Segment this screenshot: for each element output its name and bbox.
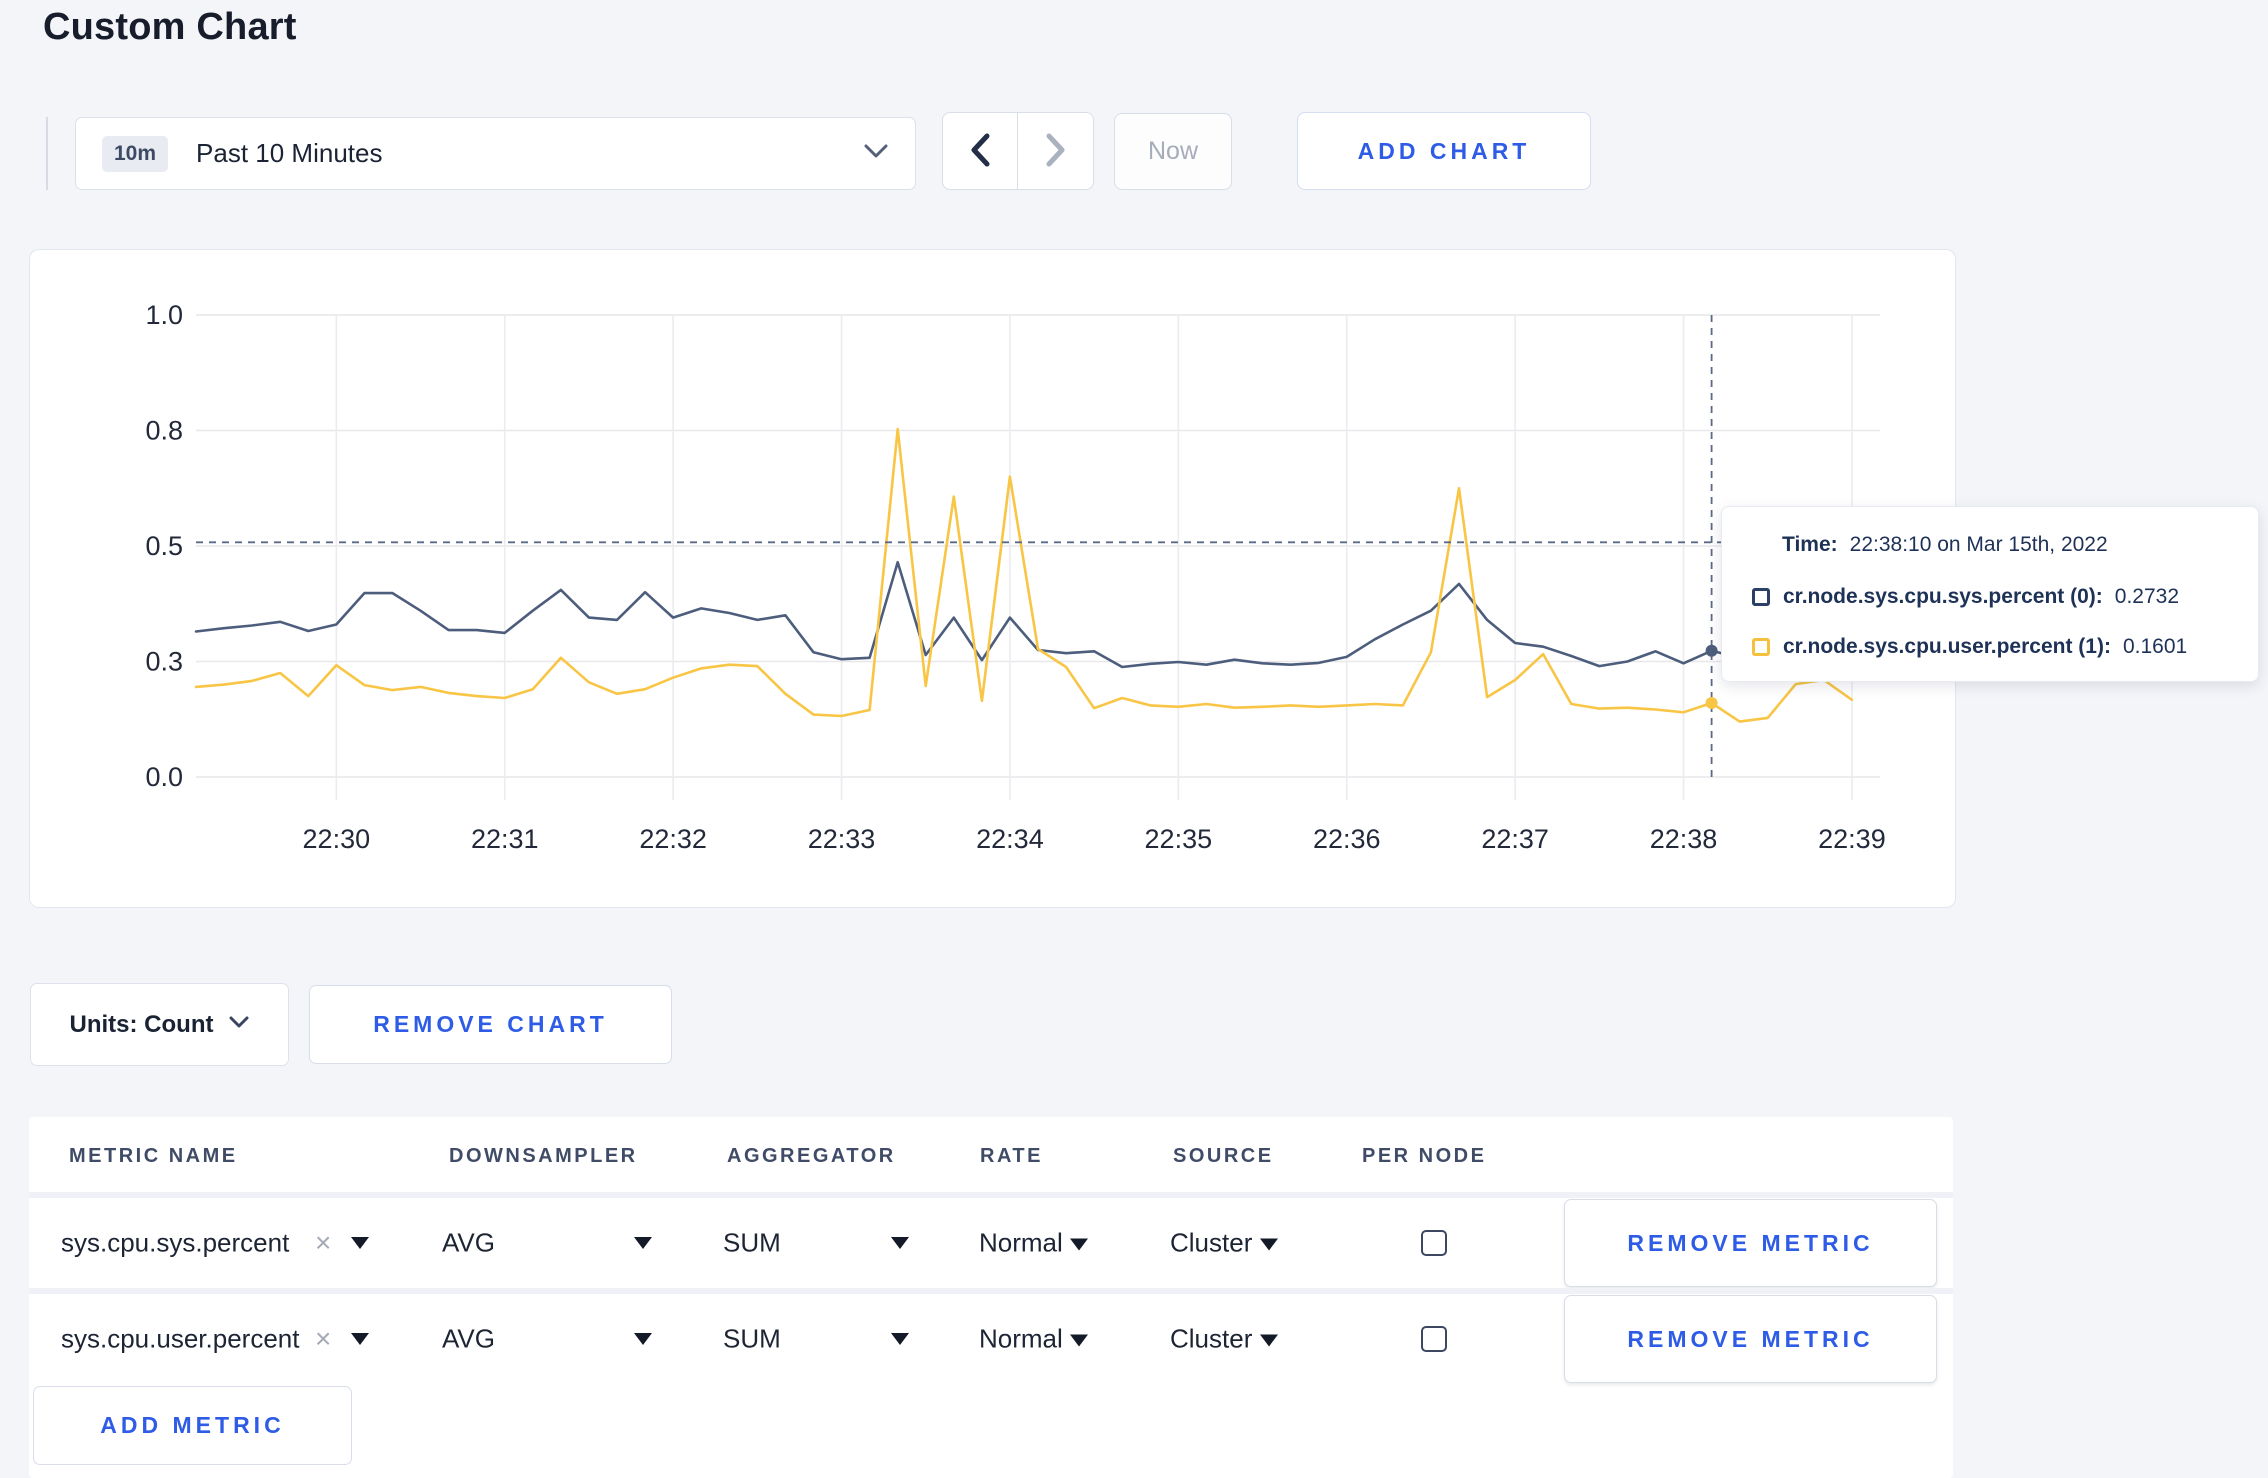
custom-chart-page: Custom Chart 10m Past 10 Minutes Now ADD… (0, 0, 2268, 1478)
page-title: Custom Chart (43, 6, 297, 48)
add-chart-button[interactable]: ADD CHART (1297, 112, 1591, 190)
source-select[interactable]: Cluster (1170, 1228, 1278, 1259)
metric-row-sys: sys.cpu.sys.percent × AVG SUM Normal Clu… (29, 1198, 1953, 1288)
time-range-badge: 10m (102, 135, 169, 172)
metric-name-select[interactable]: sys.cpu.sys.percent (61, 1228, 289, 1259)
col-header-downsampler: DOWNSAMPLER (449, 1145, 638, 1167)
chevron-left-icon (969, 133, 991, 170)
tooltip-series-sys: cr.node.sys.cpu.sys.percent (0): 0.2732 (1752, 585, 2179, 609)
metric-row-user: sys.cpu.user.percent × AVG SUM Normal Cl… (29, 1294, 1953, 1384)
metrics-table: METRIC NAME DOWNSAMPLER AGGREGATOR RATE … (29, 1117, 1953, 1478)
clear-metric-icon[interactable]: × (315, 1227, 331, 1259)
caret-down-icon (1070, 1334, 1089, 1347)
metric-name-select[interactable]: sys.cpu.user.percent (61, 1324, 299, 1355)
aggregator-select[interactable]: SUM (723, 1228, 781, 1259)
next-time-button[interactable] (1018, 112, 1094, 190)
caret-down-icon (1070, 1238, 1089, 1251)
col-header-per-node: PER NODE (1362, 1145, 1487, 1167)
col-header-source: SOURCE (1173, 1145, 1274, 1167)
remove-metric-button[interactable]: REMOVE METRIC (1564, 1295, 1937, 1383)
caret-down-icon (351, 1237, 369, 1249)
chart-card[interactable] (29, 249, 1956, 908)
toolbar-divider (46, 117, 48, 190)
now-button[interactable]: Now (1114, 113, 1232, 190)
col-header-metric-name: METRIC NAME (69, 1145, 238, 1167)
col-header-rate: RATE (980, 1145, 1043, 1167)
caret-down-icon (1259, 1238, 1278, 1251)
time-range-label: Past 10 Minutes (196, 138, 383, 168)
per-node-checkbox[interactable] (1421, 1326, 1447, 1352)
caret-down-icon (634, 1333, 652, 1345)
per-node-checkbox[interactable] (1421, 1230, 1447, 1256)
remove-metric-button[interactable]: REMOVE METRIC (1564, 1199, 1937, 1287)
rate-select[interactable]: Normal (979, 1324, 1089, 1355)
chart-hover-tooltip: Time: 22:38:10 on Mar 15th, 2022 cr.node.… (1721, 506, 2259, 682)
col-header-aggregator: AGGREGATOR (727, 1145, 896, 1167)
tooltip-time: Time: 22:38:10 on Mar 15th, 2022 (1782, 533, 2108, 556)
units-select[interactable]: Units: Count (30, 983, 289, 1066)
caret-down-icon (1259, 1334, 1278, 1347)
user-series-swatch-icon (1752, 638, 1770, 656)
chevron-down-icon (863, 143, 889, 164)
caret-down-icon (891, 1237, 909, 1249)
add-metric-button[interactable]: ADD METRIC (33, 1386, 352, 1465)
caret-down-icon (351, 1333, 369, 1345)
downsampler-select[interactable]: AVG (442, 1324, 495, 1355)
prev-time-button[interactable] (942, 112, 1018, 190)
sys-series-swatch-icon (1752, 588, 1770, 606)
remove-chart-button[interactable]: REMOVE CHART (309, 985, 672, 1064)
chevron-right-icon (1045, 133, 1067, 170)
rate-select[interactable]: Normal (979, 1228, 1089, 1259)
time-range-select[interactable]: 10m Past 10 Minutes (75, 117, 916, 190)
downsampler-select[interactable]: AVG (442, 1228, 495, 1259)
caret-down-icon (634, 1237, 652, 1249)
time-nav-group (942, 112, 1094, 190)
metrics-table-header: METRIC NAME DOWNSAMPLER AGGREGATOR RATE … (29, 1117, 1953, 1192)
clear-metric-icon[interactable]: × (315, 1323, 331, 1355)
aggregator-select[interactable]: SUM (723, 1324, 781, 1355)
chevron-down-icon (229, 1016, 249, 1034)
caret-down-icon (891, 1333, 909, 1345)
source-select[interactable]: Cluster (1170, 1324, 1278, 1355)
tooltip-series-user: cr.node.sys.cpu.user.percent (1): 0.1601 (1752, 635, 2187, 659)
